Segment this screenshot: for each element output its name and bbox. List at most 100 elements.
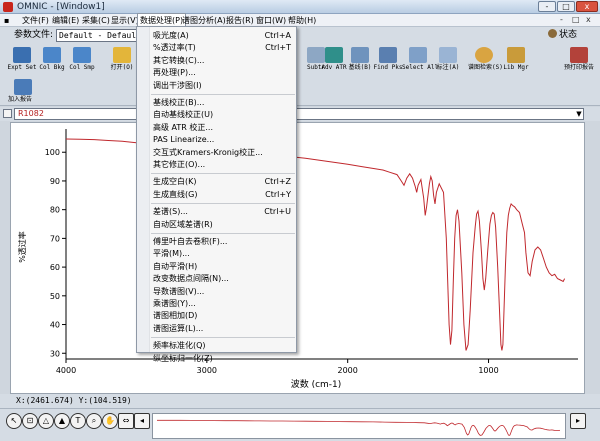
spectrum-row: R1082 ▼ [0,107,600,121]
spectrum-plot[interactable]: 30 40 50 60 70 80 90 100 4000 3000 2000 1000 %透过率 波数 … [10,122,585,394]
menu-item[interactable]: 基线校正(B)... [153,97,295,108]
search-library-button[interactable]: 谱图检索(S) [468,47,503,72]
y-tick-label: 50 [50,292,60,301]
menu-gutter [137,27,150,352]
param-file-select[interactable]: Default - Default [56,29,140,42]
menu-item[interactable]: 频率标准化(Q) [153,340,295,351]
menu-item-label: %透过率(T) [153,43,196,53]
child-minimize-button[interactable]: - [560,15,563,24]
maximize-button[interactable]: □ [557,1,575,12]
menu-separator [151,94,295,95]
status-icon [548,29,557,38]
region-icon[interactable]: ⊡ [22,413,38,429]
overview-strip[interactable] [152,413,566,439]
menu-item[interactable]: 傅里叶自去卷积(F)... [153,236,295,247]
menu-file[interactable]: 文件(F) [20,14,51,27]
menu-item-label: 自动区域差谱(R) [153,219,213,229]
select-all-button[interactable]: Select All [402,47,438,72]
menu-item-label: 频率标准化(Q) [153,341,206,351]
menu-edit[interactable]: 编辑(E) [50,14,81,27]
menu-item-label: 调出干涉图(I) [153,80,202,90]
annotate-button[interactable]: 标注(A) [432,47,464,72]
library-manager-button[interactable]: Lib Mgr [500,47,532,72]
menu-item-shortcut: Ctrl+Y [265,189,291,199]
chevron-down-icon[interactable]: ▼ [574,108,584,120]
menu-item[interactable]: 调出干涉图(I) [153,80,295,91]
menu-item[interactable]: %透过率(T) Ctrl+T [153,42,295,53]
spectrum-select[interactable]: R1082 [14,108,584,120]
x-axis-label: 波数 (cm-1) [291,378,342,390]
menu-item[interactable]: PAS Linearize... [153,134,295,145]
scroll-left-icon[interactable]: ◂ [134,413,150,429]
menu-item-shortcut: Ctrl+A [264,31,291,40]
menu-item[interactable]: 谱图运算(L)... [153,323,295,334]
menu-item[interactable]: 其它修正(O)... [153,159,295,170]
menu-item[interactable]: 谱图相加(D) [153,310,295,321]
preview-report-button[interactable]: 预打印报告 [560,47,598,72]
peak-height-icon[interactable]: △ [38,413,54,429]
peak-area-icon[interactable]: ▲ [54,413,70,429]
menu-item-label: 谱图运算(L)... [153,323,204,333]
menu-item[interactable]: 自动基线校正(U) [153,109,295,120]
menu-item[interactable]: 改变数据点间隔(N)... [153,273,295,284]
open-button[interactable]: 打开(O) [106,47,138,72]
menu-item[interactable]: 自动平滑(H) [153,261,295,272]
minimize-button[interactable]: - [538,1,556,12]
overview-spectrum [157,419,560,436]
cursor-coordinates: X:(2461.674) Y:(104.519) [16,396,132,405]
menu-item[interactable]: 生成空白(K) Ctrl+Z [153,176,295,187]
app-logo-icon [3,2,13,12]
menu-item[interactable]: 乘谱图(Y)... [153,298,295,309]
cursor-arrow-icon[interactable]: ↖ [6,413,22,429]
collect-background-button[interactable]: Col Bkg [36,47,68,72]
menu-item-label: PAS Linearize... [153,135,215,145]
child-close-button[interactable]: x [586,15,591,24]
menu-item[interactable]: 高级 ATR 校正... [153,122,295,133]
close-button[interactable]: x [576,1,598,12]
scroll-right-icon[interactable]: ▸ [570,413,586,429]
folder-icon [113,47,131,63]
menu-item[interactable]: 纵坐标归一化(Z) [153,353,295,364]
expand-icon[interactable]: ⇔ [118,413,134,429]
menu-item[interactable]: 差谱(S)... Ctrl+U [153,206,295,217]
menu-item-label: 高级 ATR 校正... [153,122,214,132]
find-peaks-button[interactable]: Find Pks [372,47,404,72]
menu-item[interactable]: 再处理(P)... [153,67,295,78]
hand-icon[interactable]: ✋ [102,413,118,429]
print-icon [570,47,588,63]
menu-item[interactable]: 交互式Kramers-Kronig校正... [153,147,295,158]
annotate-icon[interactable]: T [70,413,86,429]
add-report-icon [14,79,32,95]
y-tick-label: 60 [50,263,60,272]
status-label: 状态 [559,30,578,40]
collect-sample-button[interactable]: Col Smp [66,47,98,72]
child-restore-button[interactable]: □ [572,15,580,24]
add-to-report-button[interactable]: 加入报告 [8,79,68,104]
x-tick-label: 4000 [56,366,76,375]
menu-item[interactable]: 其它转换(C)... [153,55,295,66]
menu-item[interactable]: 导数谱图(V)... [153,286,295,297]
doc-icon: ▪ [4,16,10,25]
x-tick-label: 1000 [478,366,498,375]
sample-icon [73,47,91,63]
x-tick-label: 3000 [197,366,217,375]
zoom-icon[interactable]: ⌕ [86,413,102,429]
menu-item-label: 平滑(M)... [153,249,190,259]
menu-item-label: 再处理(P)... [153,68,196,78]
menu-item[interactable]: 吸光度(A) Ctrl+A [153,30,295,41]
menu-collect[interactable]: 采集(C) [80,14,112,27]
menu-item[interactable]: 平滑(M)... [153,248,295,259]
spectrum-toggle-icon[interactable] [3,109,12,118]
expt-set-button[interactable]: Expt Set [6,47,38,72]
menu-item-shortcut: Ctrl+Z [264,177,291,187]
label-icon [439,47,457,63]
status-button[interactable]: 状态 [548,29,577,41]
menu-separator [151,203,295,205]
menu-item[interactable]: 生成直线(G) Ctrl+Y [153,189,295,200]
peaks-icon [379,47,397,63]
y-axis-label: %透过率 [17,231,27,263]
menu-item-label: 自动平滑(H) [153,261,198,271]
menu-item-label: 生成直线(G) [153,189,198,199]
menu-item[interactable]: 自动区域差谱(R) [153,219,295,230]
menu-item-label: 交互式Kramers-Kronig校正... [153,147,263,157]
